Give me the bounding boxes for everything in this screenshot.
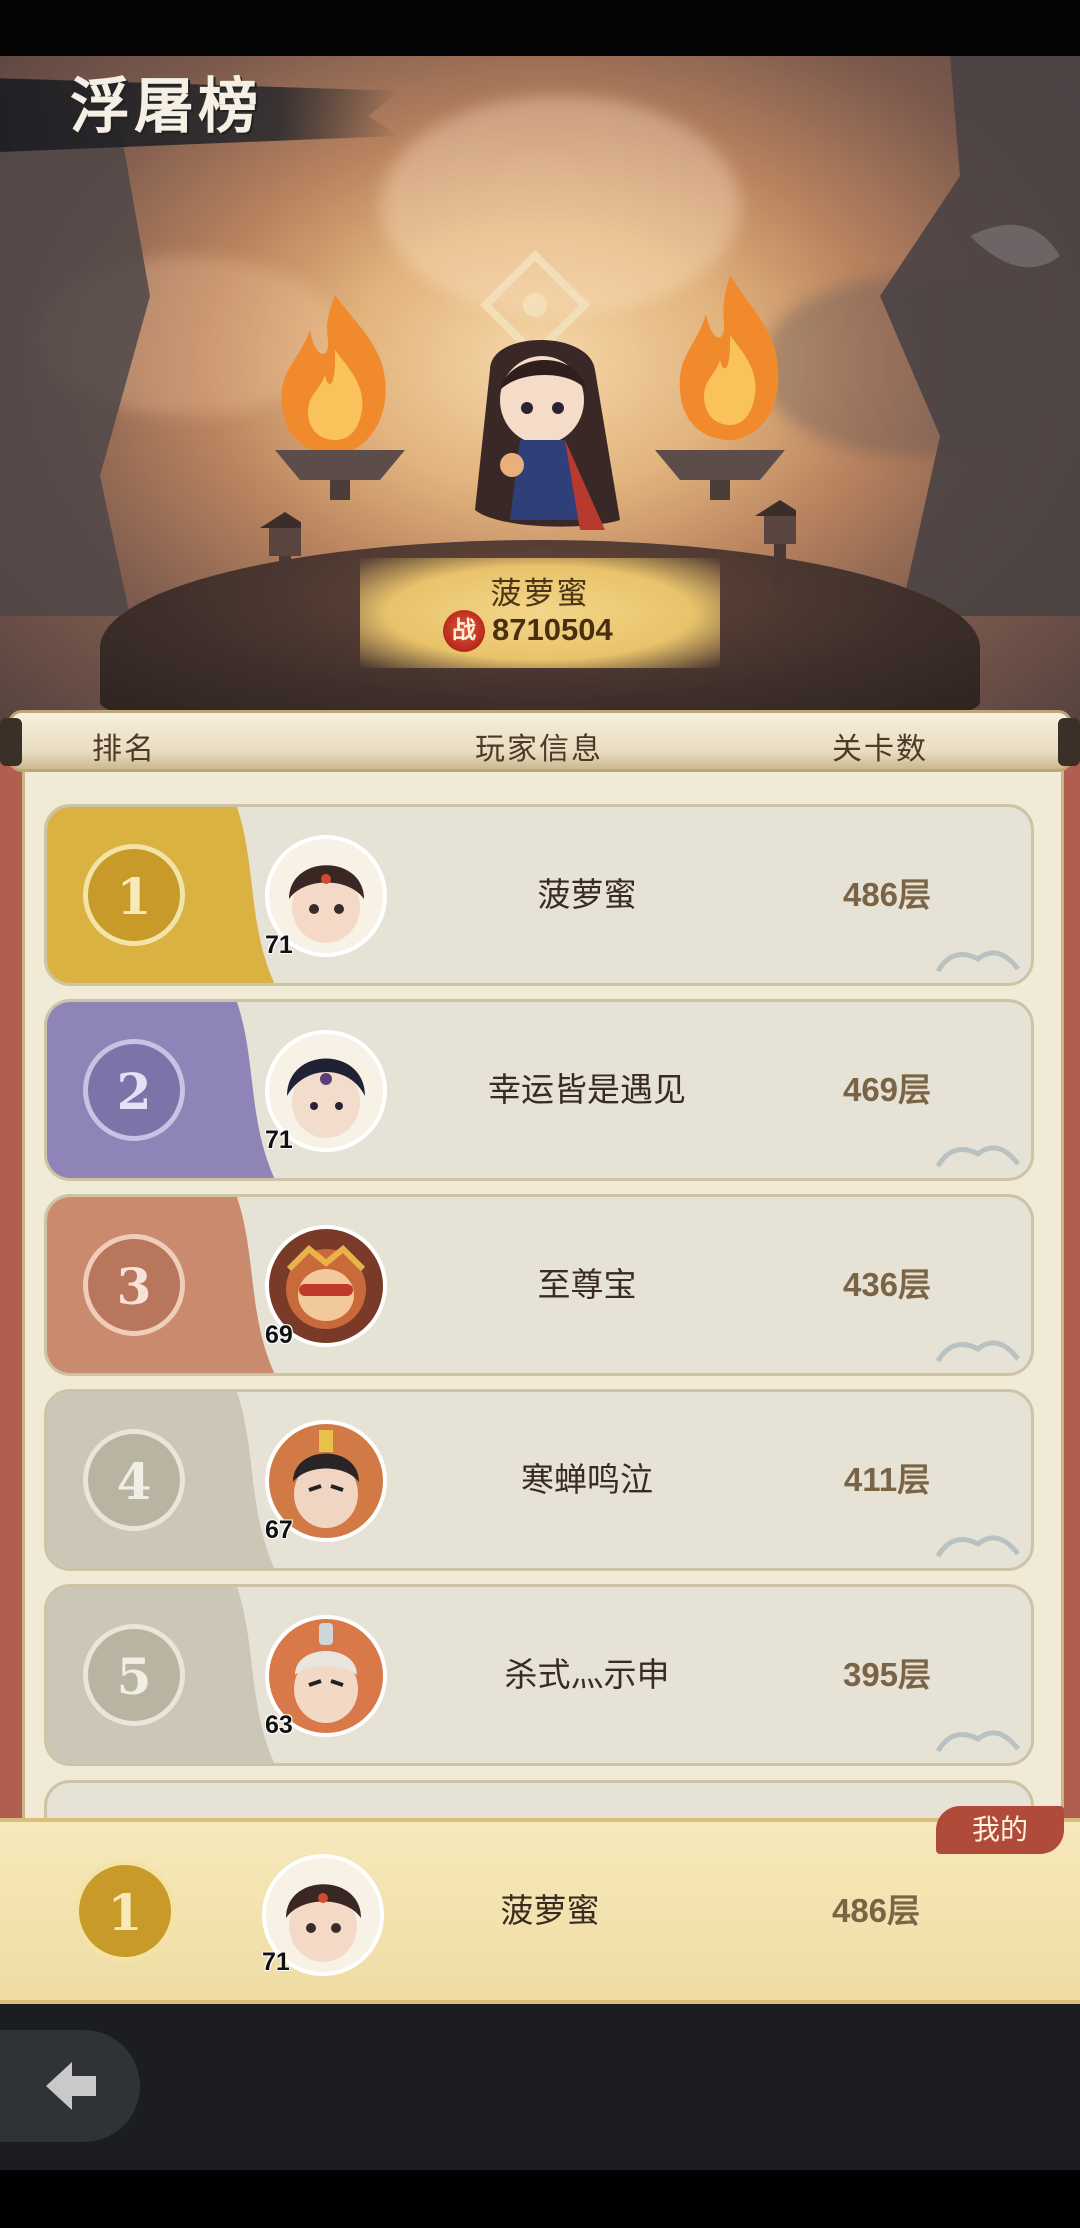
navigation-bar	[0, 2170, 1080, 2228]
leaderboard-row[interactable]: 4 67 寒蝉鸣泣 411层	[44, 1389, 1034, 1571]
rank-medal-icon: 2	[83, 1039, 185, 1141]
rank-medal-icon: 1	[74, 1860, 176, 1962]
page-title: 浮屠榜	[70, 72, 262, 142]
column-header-rank: 排名	[92, 733, 156, 766]
champion-name: 菠萝蜜	[490, 576, 590, 611]
rock-cliff-right	[880, 56, 1080, 616]
cloud-icon	[935, 1730, 1020, 1753]
player-name: 幸运皆是遇见	[488, 1071, 686, 1108]
cloud-icon	[935, 1535, 1020, 1558]
cloud-icon	[935, 950, 1020, 973]
player-name: 菠萝蜜	[537, 876, 637, 913]
column-header-player: 玩家信息	[475, 733, 603, 766]
rank-number-icon: 5	[83, 1624, 185, 1726]
cloud-icon	[935, 1340, 1020, 1363]
status-bar	[0, 0, 1080, 56]
scroll-cap-right	[1058, 718, 1080, 766]
player-level: 71	[265, 1126, 293, 1154]
champion-power: 8710504	[492, 612, 613, 647]
champion-character	[475, 340, 620, 530]
back-button[interactable]	[0, 2030, 140, 2142]
back-arrow-icon	[46, 2062, 96, 2110]
my-rank-bar[interactable]: 1 71 菠萝蜜 486层	[0, 1818, 1080, 2004]
leaderboard-row[interactable]: 5 63 杀式灬示申 395层	[44, 1584, 1034, 1766]
player-name: 寒蝉鸣泣	[521, 1461, 653, 1498]
my-rank-tag: 我的	[936, 1806, 1064, 1854]
right-brazier	[655, 450, 785, 500]
leaderboard-row[interactable]: 1 71 菠萝蜜 486层	[44, 804, 1034, 986]
leaderboard-row[interactable]: 3 69 至尊宝 436层	[44, 1194, 1034, 1376]
scroll-cap-left	[0, 718, 22, 766]
cloud-icon	[935, 1145, 1020, 1168]
left-fire-icon	[281, 295, 386, 455]
player-name: 至尊宝	[537, 1266, 637, 1303]
leaderboard-row[interactable]: 2 71 幸运皆是遇见 469层	[44, 999, 1034, 1181]
player-name: 菠萝蜜	[500, 1892, 600, 1929]
rock-cliff-left	[0, 96, 150, 616]
player-name: 杀式灬示申	[504, 1656, 670, 1693]
player-level: 71	[265, 931, 293, 959]
right-fire-icon	[679, 275, 779, 440]
player-level: 69	[265, 1321, 293, 1349]
left-brazier	[275, 450, 405, 500]
player-level: 71	[262, 1948, 290, 1976]
flame-power-icon: 战	[443, 610, 485, 652]
rank-number-icon: 4	[83, 1429, 185, 1531]
column-header-floors: 关卡数	[832, 733, 928, 766]
player-level: 63	[265, 1711, 293, 1739]
player-level: 67	[265, 1516, 293, 1544]
rank-medal-icon: 1	[83, 844, 185, 946]
rank-medal-icon: 3	[83, 1234, 185, 1336]
bottom-area	[0, 2004, 1080, 2170]
